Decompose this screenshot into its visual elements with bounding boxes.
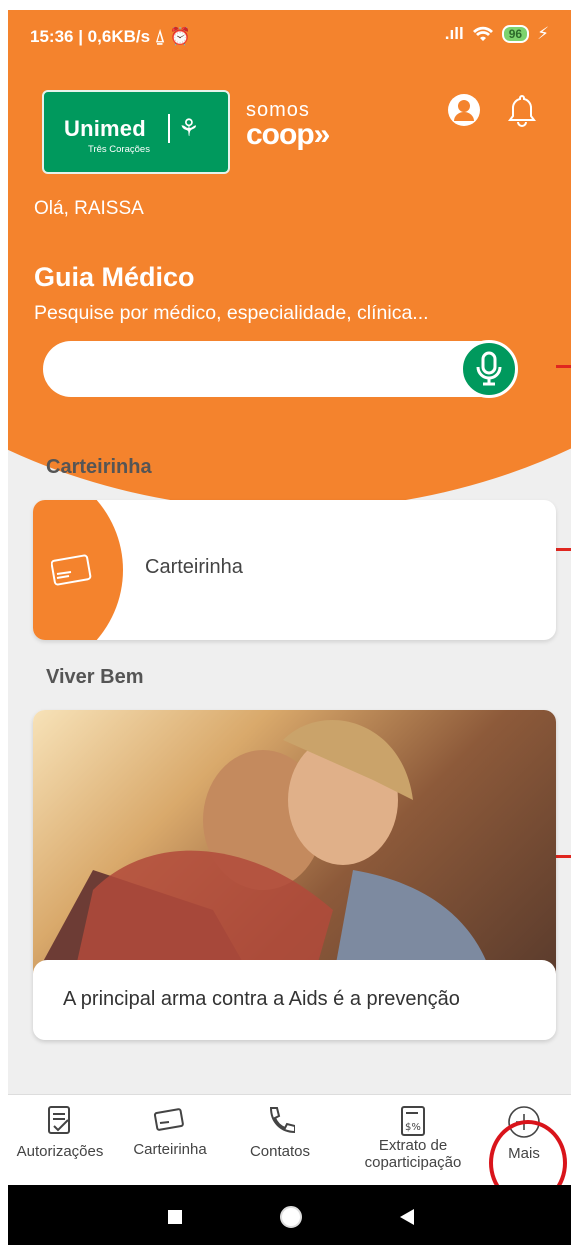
couple-photo-illustration <box>33 720 493 980</box>
card-label: Carteirinha <box>145 556 243 578</box>
somos-coop-logo: somos coop» <box>246 99 330 151</box>
nav-autorizacoes[interactable]: Autorizações <box>10 1095 110 1185</box>
greeting: Olá, RAISSA <box>34 198 144 219</box>
nav-carteirinha[interactable]: Carteirinha <box>120 1095 220 1185</box>
mic-button[interactable] <box>460 340 518 398</box>
bottom-navigation: Autorizações Carteirinha Contatos $% Ext… <box>8 1094 571 1185</box>
guide-title: Guia Médico <box>34 262 195 292</box>
wifi-icon <box>472 26 493 41</box>
nav-extrato[interactable]: $% Extrato de coparticipação <box>348 1095 478 1185</box>
news-caption: A principal arma contra a Aids é a preve… <box>63 988 460 1010</box>
news-photo <box>33 710 556 980</box>
status-bar: 15:36 | 0,6KB/s ⍙ ⏰ .ıll 96 ⚡ <box>8 10 571 58</box>
app-screen: 15:36 | 0,6KB/s ⍙ ⏰ .ıll 96 ⚡ Unimed ⚘ T… <box>8 10 571 1245</box>
news-caption-box: A principal arma contra a Aids é a preve… <box>33 960 556 1040</box>
live-well-title: Viver Bem <box>46 666 144 688</box>
guide-search-input[interactable] <box>43 341 513 397</box>
android-navigation-bar <box>8 1185 571 1245</box>
unimed-tree-icon: ⚘ <box>168 114 200 143</box>
annotation-mark <box>556 855 571 858</box>
back-button[interactable] <box>400 1209 414 1225</box>
carteirinha-card[interactable]: Carteirinha <box>33 500 556 640</box>
svg-text:$%: $% <box>405 1122 421 1133</box>
battery-indicator: 96 <box>501 25 530 43</box>
card-icon <box>153 1108 184 1131</box>
recents-button[interactable] <box>168 1210 182 1224</box>
charging-icon: ⚡ <box>537 24 549 43</box>
home-button[interactable] <box>278 1204 304 1230</box>
status-time: 15:36 | 0,6KB/s ⍙ ⏰ <box>30 27 191 46</box>
profile-icon[interactable] <box>446 92 482 128</box>
statement-icon: $% <box>401 1106 425 1136</box>
authorization-icon <box>48 1106 70 1134</box>
card-section-title: Carteirinha <box>46 456 152 478</box>
phone-icon <box>269 1107 295 1134</box>
guide-subtitle: Pesquise por médico, especialidade, clín… <box>34 302 429 324</box>
annotation-mark <box>556 365 571 368</box>
notification-icons: ⍙ ⏰ <box>154 27 191 46</box>
system-icons: .ıll 96 ⚡ <box>445 24 549 44</box>
annotation-mark <box>556 548 571 551</box>
unimed-logo: Unimed ⚘ Três Corações <box>42 90 230 174</box>
microphone-icon <box>476 351 502 386</box>
hero-curve <box>8 10 571 510</box>
card-icon <box>51 554 92 586</box>
signal-icon: .ıll <box>444 24 464 43</box>
bell-icon[interactable] <box>504 92 540 128</box>
news-card[interactable]: A principal arma contra a Aids é a preve… <box>33 710 556 1040</box>
nav-contatos[interactable]: Contatos <box>230 1095 330 1185</box>
